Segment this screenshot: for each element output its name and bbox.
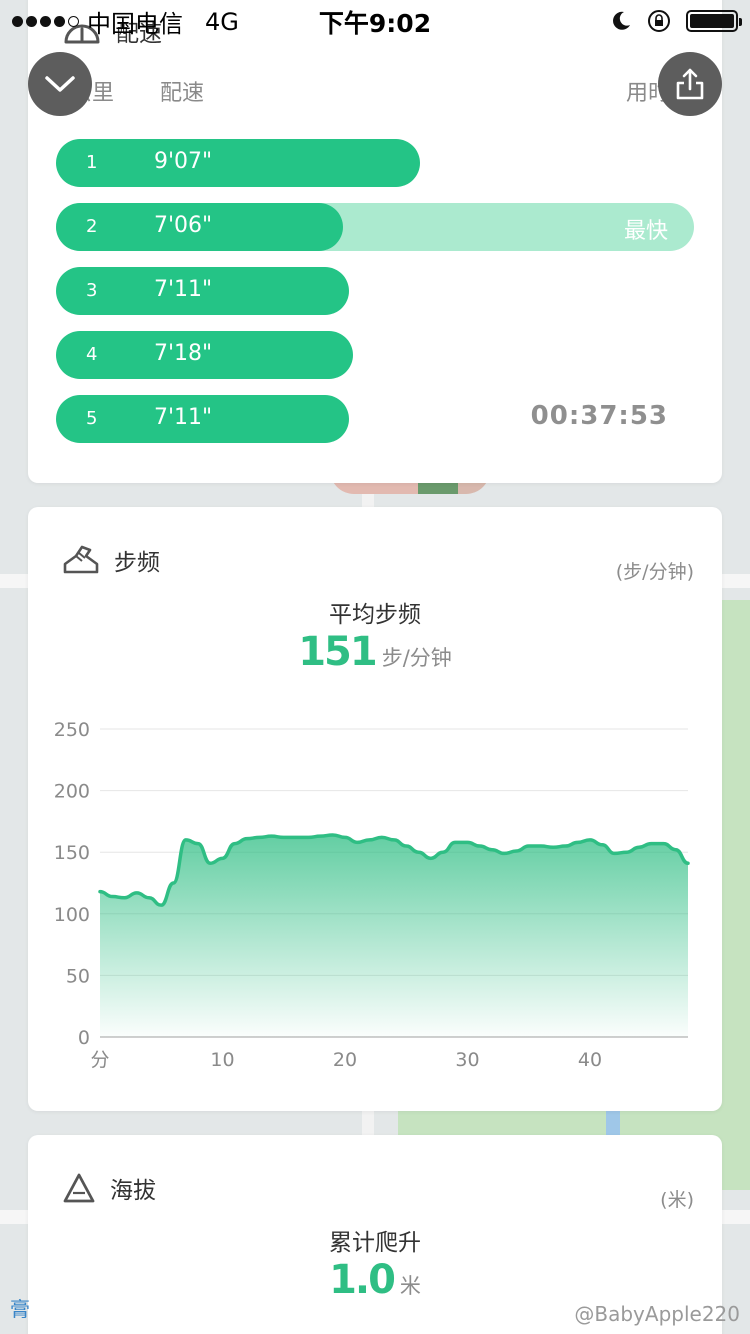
total-climb-label: 累计爬升 [329, 1230, 421, 1256]
cadence-header: 步频 [62, 543, 160, 577]
pace-row-index: 2 [86, 216, 98, 237]
altitude-title: 海拔 [110, 1178, 156, 1204]
y-tick-label: 250 [54, 719, 90, 741]
cadence-area [100, 834, 688, 1037]
y-tick-label: 100 [54, 904, 90, 926]
cadence-title: 步频 [114, 550, 160, 576]
mountain-icon [63, 1173, 95, 1203]
x-tick-label: 10 [210, 1049, 234, 1071]
avg-cadence-unit: 步/分钟 [381, 646, 452, 670]
pace-row-index: 4 [86, 344, 98, 365]
chevron-down-icon [45, 76, 75, 92]
cadence-card: 步频 (步/分钟) 平均步频 151 步/分钟 0 50 100 150 200 250 分 1… [28, 507, 722, 1111]
shoe-icon [63, 545, 99, 574]
total-climb-unit: 米 [399, 1274, 421, 1298]
pace-row: 1 9'07" [56, 139, 694, 187]
total-climb-value: 1.0 米 [28, 1257, 722, 1303]
cadence-unit-label: (步/分钟) [615, 561, 694, 583]
pace-row-value: 7'06" [154, 213, 213, 238]
x-tick-label: 分 [90, 1049, 109, 1071]
collapse-button[interactable] [28, 52, 92, 116]
cadence-chart: 0 50 100 150 200 250 分 10 20 30 40 [28, 707, 722, 1087]
total-climb-number: 1.0 [329, 1257, 396, 1303]
pace-bar [56, 139, 420, 187]
pace-row-index: 1 [86, 152, 98, 173]
pace-row-index: 3 [86, 280, 98, 301]
avg-cadence-value: 151 步/分钟 [28, 629, 722, 675]
x-tick-label: 30 [455, 1049, 479, 1071]
avg-cadence-number: 151 [298, 629, 377, 675]
pace-row-index: 5 [86, 408, 98, 429]
pace-row-value: 7'11" [154, 405, 213, 430]
pace-row-value: 7'18" [154, 341, 213, 366]
watermark: @BabyApple220 [574, 1302, 740, 1326]
share-button[interactable] [658, 52, 722, 116]
y-tick-label: 200 [54, 781, 90, 803]
status-right [610, 8, 742, 34]
battery-icon [686, 10, 742, 32]
pace-row: 2 7'06" 最快 [56, 203, 694, 251]
pace-row: 3 7'11" [56, 267, 694, 315]
pace-row-value: 9'07" [154, 149, 213, 174]
avg-cadence-label: 平均步频 [329, 602, 421, 628]
status-bar: 中国电信 4G 下午9:02 [0, 0, 750, 40]
rotation-lock-icon [648, 10, 670, 32]
x-tick-label: 20 [333, 1049, 357, 1071]
altitude-header: 海拔 [62, 1171, 156, 1205]
y-tick-label: 0 [78, 1027, 90, 1049]
altitude-unit-label: (米) [660, 1189, 694, 1211]
pace-row-value: 7'11" [154, 277, 213, 302]
share-icon [676, 68, 704, 100]
y-tick-label: 50 [66, 965, 90, 987]
y-tick-label: 150 [54, 842, 90, 864]
column-pace: 配速 [160, 81, 205, 106]
map-label-fragment: 膏 [10, 1297, 30, 1321]
cadence-chart-svg: 0 50 100 150 200 250 分 10 20 30 40 [54, 719, 690, 1071]
pace-card: 配速 公里 配速 用时 1 9'07" 2 7'06" 最快 3 7'11" 4… [28, 0, 722, 483]
fastest-badge: 最快 [623, 219, 668, 244]
total-time: 00:37:53 [530, 401, 668, 431]
pace-row: 4 7'18" [56, 331, 694, 379]
x-tick-label: 40 [578, 1049, 602, 1071]
moon-icon [613, 11, 630, 30]
